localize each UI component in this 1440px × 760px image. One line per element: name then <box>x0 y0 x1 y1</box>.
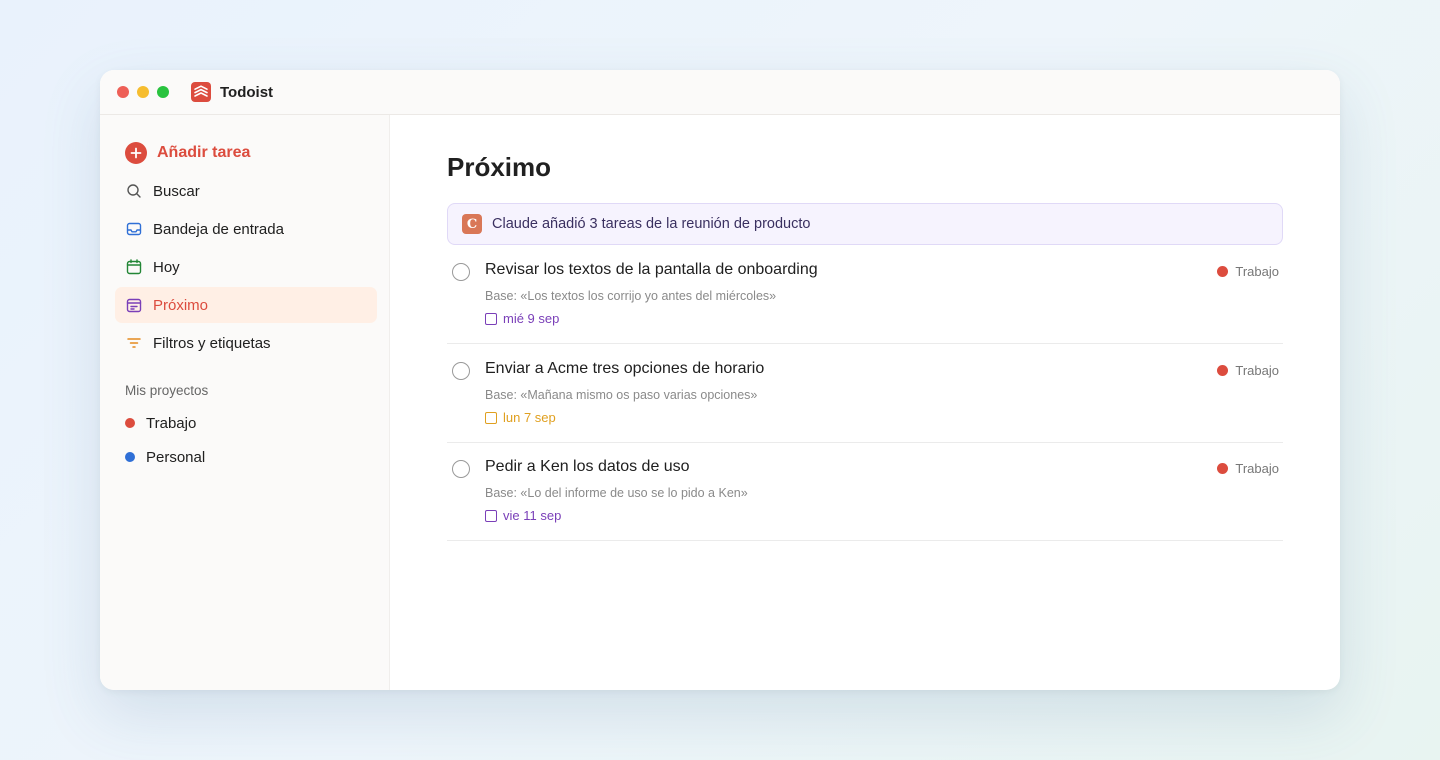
add-task-button[interactable]: Añadir tarea <box>115 135 377 171</box>
sidebar-item-label: Buscar <box>153 182 200 200</box>
add-task-label: Añadir tarea <box>157 144 251 161</box>
calendar-icon <box>485 509 497 522</box>
project-color-dot <box>1217 266 1229 277</box>
calendar-upcoming-icon <box>125 296 143 314</box>
window-controls <box>117 86 169 98</box>
project-label: Trabajo <box>146 414 197 432</box>
banner-text: Claude añadió 3 tareas de la reunión de … <box>492 216 811 232</box>
task-description: Base: «Lo del informe de uso se lo pido … <box>485 486 748 500</box>
task-due-date[interactable]: vie 11 sep <box>485 508 561 523</box>
minimize-window-button[interactable] <box>137 86 149 98</box>
calendar-icon <box>485 312 497 325</box>
claude-logo-icon: C <box>462 214 482 234</box>
sidebar-item-label: Próximo <box>153 296 209 314</box>
calendar-today-icon <box>125 258 143 276</box>
sidebar-item-today[interactable]: Hoy <box>115 249 377 285</box>
sidebar-item-label: Bandeja de entrada <box>153 220 284 238</box>
task-project-label: Trabajo <box>1235 264 1279 279</box>
zoom-window-button[interactable] <box>157 86 169 98</box>
task-title[interactable]: Pedir a Ken los datos de uso <box>485 458 690 476</box>
task-description: Base: «Los textos los corrijo yo antes d… <box>485 289 777 303</box>
projects-heading: Mis proyectos <box>125 383 209 398</box>
task-description: Base: «Mañana mismo os paso varias opcio… <box>485 388 758 402</box>
sidebar-item-search[interactable]: Buscar <box>115 173 377 209</box>
project-color-dot <box>1217 463 1229 474</box>
filter-icon <box>125 334 143 352</box>
sidebar-item-inbox[interactable]: Bandeja de entrada <box>115 211 377 247</box>
plus-circle-icon <box>125 142 147 164</box>
task-project-label: Trabajo <box>1235 461 1279 476</box>
project-label: Personal <box>146 448 206 466</box>
sidebar-item-filters-labels[interactable]: Filtros y etiquetas <box>115 325 377 361</box>
task-due-date[interactable]: mié 9 sep <box>485 311 559 326</box>
task-project: Trabajo <box>1217 363 1279 378</box>
page-title: Próximo <box>447 152 552 182</box>
task-title[interactable]: Revisar los textos de la pantalla de onb… <box>485 261 818 279</box>
due-date-label: mié 9 sep <box>503 311 560 326</box>
due-date-label: lun 7 sep <box>503 410 556 425</box>
task-row[interactable]: Enviar a Acme tres opciones de horario B… <box>447 345 1283 443</box>
sidebar-item-label: Filtros y etiquetas <box>153 334 271 352</box>
todoist-logo-icon <box>191 82 211 102</box>
task-complete-checkbox[interactable] <box>452 263 470 281</box>
task-project-label: Trabajo <box>1235 363 1279 378</box>
project-color-dot <box>125 418 135 428</box>
inbox-icon <box>125 220 143 238</box>
app-window: Todoist Añadir tarea Buscar Bandeja de e… <box>100 70 1340 690</box>
task-project: Trabajo <box>1217 264 1279 279</box>
task-complete-checkbox[interactable] <box>452 362 470 380</box>
project-item-personal[interactable]: Personal <box>115 441 377 473</box>
due-date-label: vie 11 sep <box>503 508 562 523</box>
ai-notification-banner: C Claude añadió 3 tareas de la reunión d… <box>447 203 1283 245</box>
sidebar-item-upcoming[interactable]: Próximo <box>115 287 377 323</box>
project-item-trabajo[interactable]: Trabajo <box>115 407 377 439</box>
search-icon <box>125 182 143 200</box>
task-row[interactable]: Revisar los textos de la pantalla de onb… <box>447 246 1283 344</box>
calendar-icon <box>485 411 497 424</box>
task-project: Trabajo <box>1217 461 1279 476</box>
project-color-dot <box>1217 365 1229 376</box>
project-color-dot <box>125 452 135 462</box>
task-row[interactable]: Pedir a Ken los datos de uso Base: «Lo d… <box>447 443 1283 541</box>
task-complete-checkbox[interactable] <box>452 460 470 478</box>
task-title[interactable]: Enviar a Acme tres opciones de horario <box>485 360 764 378</box>
title-bar: Todoist <box>100 70 1340 115</box>
app-title: Todoist <box>220 83 274 101</box>
close-window-button[interactable] <box>117 86 129 98</box>
sidebar: Añadir tarea Buscar Bandeja de entrada H… <box>100 115 390 690</box>
task-due-date[interactable]: lun 7 sep <box>485 410 556 425</box>
sidebar-item-label: Hoy <box>153 258 180 276</box>
